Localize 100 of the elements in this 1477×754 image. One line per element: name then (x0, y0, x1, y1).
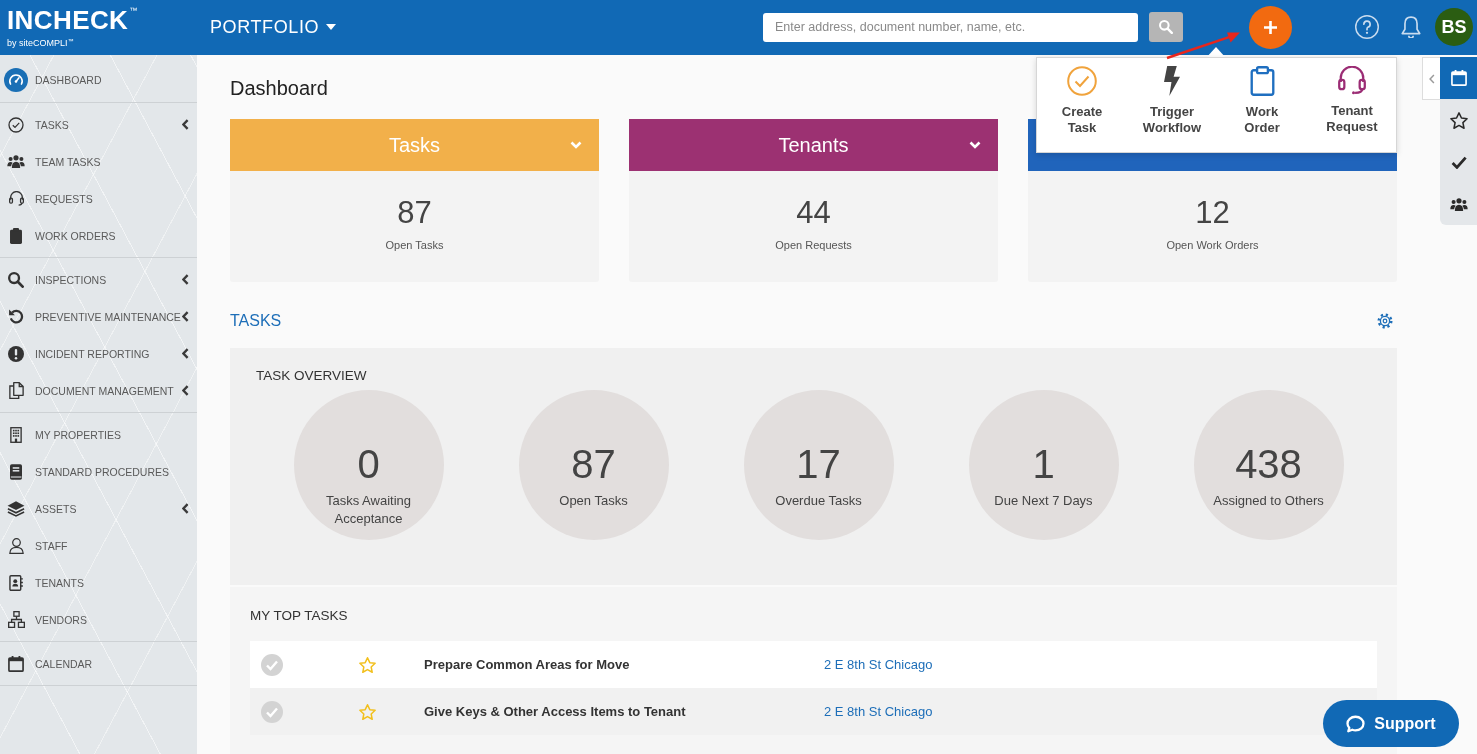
check-circle-icon[interactable] (261, 700, 283, 723)
stat-circle[interactable]: 87 Open Tasks (518, 390, 669, 540)
sidebar-item[interactable]: TEAM TASKS (0, 143, 197, 180)
contact-card-icon (9, 574, 23, 591)
chevron-left-icon (182, 119, 189, 130)
speech-bubble-icon (1346, 714, 1366, 733)
stat-value: 438 (1235, 441, 1302, 488)
stat-circle[interactable]: 0 Tasks Awaiting Acceptance (293, 390, 444, 540)
star-icon (1449, 111, 1468, 129)
portfolio-dropdown[interactable]: PORTFOLIO (210, 16, 337, 38)
stat-circle[interactable]: 17 Overdue Tasks (743, 390, 894, 540)
building-icon (10, 426, 22, 443)
card-title: Tasks (387, 133, 441, 157)
stat-label: Tasks Awaiting Acceptance (325, 492, 412, 528)
task-row[interactable]: Prepare Common Areas for Move 2 E 8th St Chicago (250, 641, 1377, 688)
hierarchy-icon (7, 611, 25, 628)
plus-icon (1264, 20, 1277, 34)
settings-icon[interactable] (1377, 313, 1393, 329)
documents-icon (8, 382, 24, 399)
sidebar-item[interactable]: INSPECTIONS (0, 261, 197, 298)
sidebar-item[interactable]: INCIDENT REPORTING (0, 335, 197, 372)
stat-label: Assigned to Others (1213, 492, 1324, 510)
star-icon[interactable] (359, 656, 376, 673)
stat-number: 12 (1195, 194, 1230, 232)
chevron-down-icon[interactable] (969, 141, 981, 149)
sidebar-item[interactable]: STAFF (0, 527, 197, 564)
help-icon[interactable] (1355, 15, 1379, 39)
sidebar-item[interactable]: VENDORS (0, 601, 197, 638)
stat-circle[interactable]: 1 Due Next 7 Days (968, 390, 1119, 540)
stat-value: 17 (796, 441, 841, 488)
quick-add-item[interactable]: Work Order (1217, 58, 1307, 152)
gauge-icon (4, 67, 28, 92)
stat-label: Open Tasks (385, 238, 444, 252)
stat-number: 44 (796, 194, 831, 232)
card-header[interactable]: Tenants (629, 119, 998, 171)
check-mark-icon (1450, 155, 1467, 169)
card-title: Tenants (777, 133, 849, 157)
layers-icon (7, 500, 25, 517)
search-icon (8, 271, 24, 288)
chevron-left-icon (182, 385, 189, 396)
exclamation-circle-icon (8, 345, 24, 362)
sidebar-item[interactable]: TENANTS (0, 564, 197, 601)
stat-value: 87 (571, 441, 616, 488)
clipboard-icon (10, 227, 22, 244)
trademark-mark: ™ (129, 5, 138, 15)
section-title: TASKS (230, 312, 282, 330)
calendar-icon (1450, 70, 1467, 86)
headset-icon (8, 191, 24, 206)
sidebar-item[interactable]: PREVENTIVE MAINTENANCE (0, 298, 197, 335)
task-title: Give Keys & Other Access Items to Tenant (424, 704, 686, 719)
sidebar-item[interactable]: ASSETS (0, 490, 197, 527)
support-button[interactable]: Support (1323, 700, 1459, 747)
quick-add-item[interactable]: Tenant Request (1307, 58, 1397, 152)
bell-icon[interactable] (1401, 16, 1421, 38)
check-circle-icon (8, 116, 24, 133)
user-avatar[interactable]: BS (1435, 8, 1473, 46)
people-group-icon (7, 155, 25, 168)
book-icon (10, 463, 22, 480)
stat-value: 0 (357, 441, 380, 488)
panel-title: TASK OVERVIEW (256, 368, 367, 384)
people-group-icon (1449, 197, 1468, 211)
sidebar-item[interactable]: CALENDAR (0, 645, 197, 682)
add-button[interactable] (1249, 5, 1292, 49)
panel-title: MY TOP TASKS (250, 608, 348, 624)
caret-down-icon (326, 24, 337, 30)
quick-add-item[interactable]: Trigger Workflow (1127, 58, 1217, 152)
stat-label: Overdue Tasks (775, 492, 862, 510)
stat-number: 87 (397, 194, 432, 232)
stat-label: Due Next 7 Days (994, 492, 1093, 510)
sidebar-item[interactable]: MY PROPERTIES (0, 416, 197, 453)
stat-value: 1 (1032, 441, 1055, 488)
stat-label: Open Work Orders (1166, 238, 1259, 252)
sidebar-item[interactable]: TASKS (0, 106, 197, 143)
logo-byline: by siteCOMPLI (7, 37, 68, 49)
person-outline-icon (8, 537, 24, 554)
search-field[interactable]: Enter address, document number, name, etc. (763, 12, 1138, 42)
sidebar-item[interactable]: WORK ORDERS (0, 217, 197, 254)
page-title: Dashboard (230, 76, 328, 101)
check-circle-icon[interactable] (261, 653, 283, 676)
sidebar-item[interactable]: REQUESTS (0, 180, 197, 217)
location-link[interactable]: 2 E 8th St Chicago (824, 704, 933, 719)
calendar-icon (8, 655, 24, 672)
quick-add-item[interactable]: Create Task (1037, 58, 1127, 152)
stat-label: Open Tasks (559, 492, 628, 510)
task-title: Prepare Common Areas for Move (424, 657, 630, 672)
sidebar-item[interactable]: DOCUMENT MANAGEMENT (0, 372, 197, 409)
chevron-left-icon (182, 348, 189, 359)
rotate-arrow-icon (8, 309, 24, 324)
location-link[interactable]: 2 E 8th St Chicago (824, 657, 933, 672)
sidebar-item[interactable]: DASHBOARD (0, 61, 197, 98)
side-tab[interactable] (1440, 57, 1477, 99)
star-icon[interactable] (359, 703, 376, 720)
stat-circle[interactable]: 438 Assigned to Others (1193, 390, 1344, 540)
chevron-left-icon (182, 274, 189, 285)
chevron-left-icon (1428, 73, 1435, 84)
stat-label: Open Requests (775, 238, 852, 252)
logo-wordmark: INCHECK (7, 5, 129, 34)
chevron-left-icon (182, 311, 189, 322)
sidebar-item[interactable]: STANDARD PROCEDURES (0, 453, 197, 490)
search-icon (1159, 20, 1173, 34)
